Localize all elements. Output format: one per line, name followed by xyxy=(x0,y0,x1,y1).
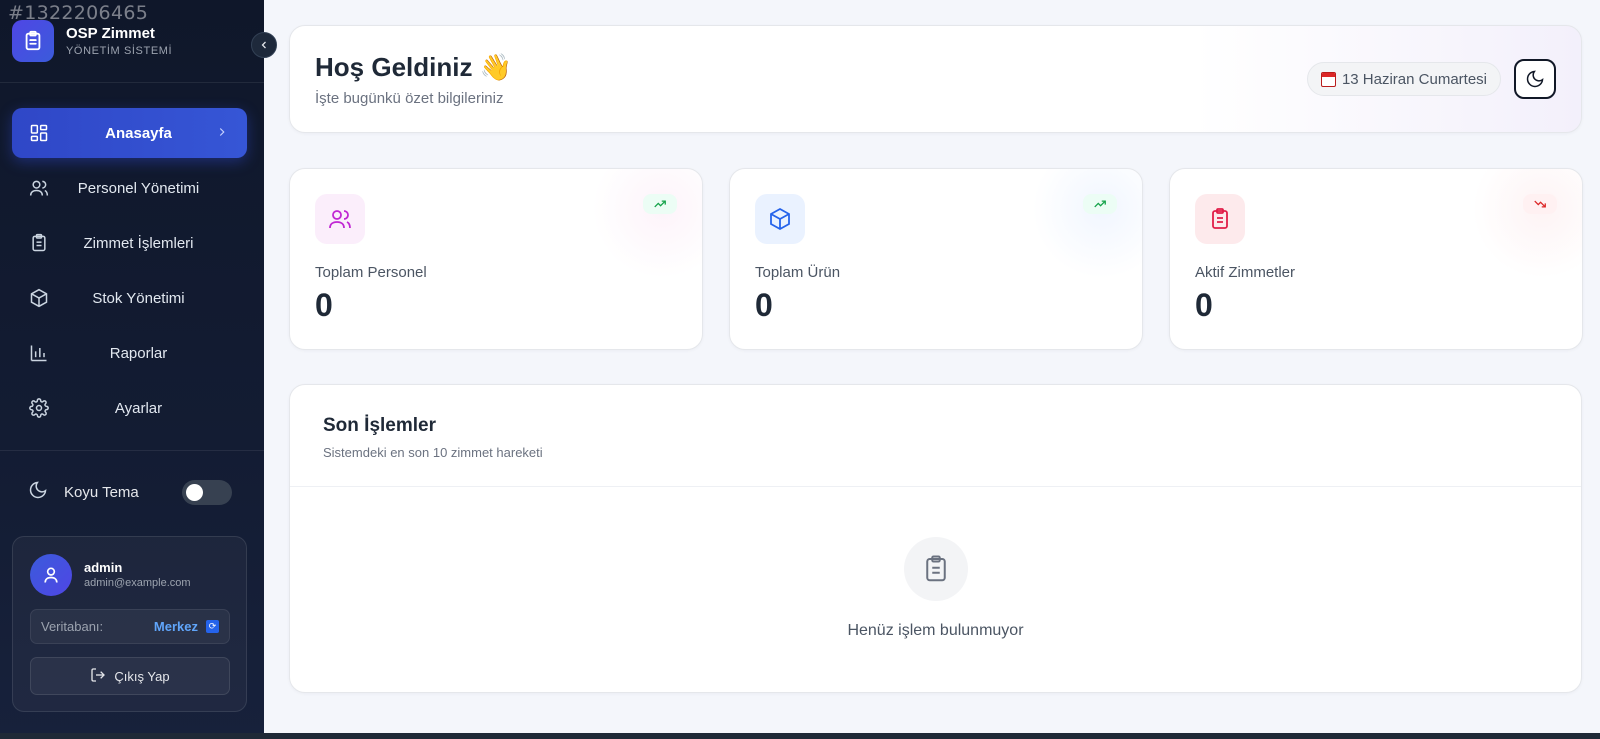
clipboard-icon xyxy=(12,20,54,62)
sidebar-item-label: Stok Yönetimi xyxy=(92,289,185,307)
chevron-right-icon xyxy=(215,125,229,144)
moon-icon xyxy=(1526,70,1544,88)
trend-up-icon xyxy=(1083,194,1117,214)
clipboard-icon xyxy=(1195,194,1245,244)
clipboard-icon xyxy=(28,232,50,254)
sidebar-item-label: Raporlar xyxy=(109,344,168,362)
logout-button[interactable]: Çıkış Yap xyxy=(30,657,230,695)
user-name: admin xyxy=(84,560,123,575)
sidebar-item-ayarlar[interactable]: Ayarlar xyxy=(12,383,247,433)
calendar-icon xyxy=(1320,71,1336,87)
database-label: Veritabanı: xyxy=(41,619,104,634)
main-content: Hoş Geldiniz 👋 İşte bugünkü özet bilgile… xyxy=(264,0,1600,739)
logout-icon xyxy=(90,667,106,686)
dark-theme-toggle[interactable] xyxy=(182,480,232,505)
stat-card-personel[interactable]: Toplam Personel 0 xyxy=(289,168,703,350)
database-selector[interactable]: Veritabanı: Merkez ⟳ xyxy=(30,609,230,644)
sidebar-item-personel[interactable]: Personel Yönetimi xyxy=(12,163,247,213)
user-email: admin@example.com xyxy=(84,577,191,589)
user-card: admin admin@example.com Veritabanı: Merk… xyxy=(12,536,247,712)
dashboard-icon xyxy=(28,122,50,144)
brand[interactable]: OSP Zimmet YÖNETİM SİSTEMİ xyxy=(12,20,172,62)
stat-value: 0 xyxy=(1195,287,1213,323)
trend-down-icon xyxy=(1523,194,1557,214)
section-subtitle: Sistemdeki en son 10 zimmet hareketi xyxy=(323,445,543,460)
stat-card-zimmet[interactable]: Aktif Zimmetler 0 xyxy=(1169,168,1583,350)
page-subtitle: İşte bugünkü özet bilgileriniz xyxy=(315,90,504,107)
sidebar-nav: Anasayfa Personel Yönetimi Zimmet İşleml… xyxy=(12,108,247,438)
taskbar-strip xyxy=(0,733,1600,739)
sidebar: #1322206465 OSP Zimmet YÖNETİM SİSTEMİ A… xyxy=(0,0,264,739)
brand-subtitle: YÖNETİM SİSTEMİ xyxy=(66,45,173,57)
stat-value: 0 xyxy=(755,287,773,323)
chevron-left-icon xyxy=(261,41,266,49)
toggle-knob xyxy=(186,484,203,501)
welcome-header: Hoş Geldiniz 👋 İşte bugünkü özet bilgile… xyxy=(289,25,1582,133)
sidebar-item-stok[interactable]: Stok Yönetimi xyxy=(12,273,247,323)
gear-icon xyxy=(28,397,50,419)
avatar[interactable] xyxy=(30,554,72,596)
card-glow xyxy=(1472,169,1582,279)
bar-chart-icon xyxy=(28,342,50,364)
card-glow xyxy=(1032,169,1142,279)
logout-label: Çıkış Yap xyxy=(114,668,170,684)
moon-icon xyxy=(28,480,48,505)
collapse-sidebar-button[interactable] xyxy=(251,32,277,58)
sidebar-item-label: Ayarlar xyxy=(114,399,163,417)
date-text: 13 Haziran Cumartesi xyxy=(1341,70,1487,88)
theme-label: Koyu Tema xyxy=(64,484,139,501)
brand-title: OSP Zimmet xyxy=(66,25,155,42)
theme-toggle-button[interactable] xyxy=(1514,59,1556,99)
box-icon xyxy=(755,194,805,244)
divider xyxy=(0,450,264,451)
stat-label: Toplam Personel xyxy=(315,264,427,281)
date-badge: 13 Haziran Cumartesi xyxy=(1306,62,1501,96)
stat-value: 0 xyxy=(315,287,333,323)
recent-activity-card: Son İşlemler Sistemdeki en son 10 zimmet… xyxy=(289,384,1582,693)
stat-label: Toplam Ürün xyxy=(755,264,841,281)
clipboard-icon xyxy=(904,537,968,601)
sidebar-item-anasayfa[interactable]: Anasayfa xyxy=(12,108,247,158)
card-glow xyxy=(592,169,702,279)
section-title: Son İşlemler xyxy=(323,415,436,436)
empty-state-text: Henüz işlem bulunmuyor xyxy=(847,622,1024,639)
page-title: Hoş Geldiniz 👋 xyxy=(315,52,513,82)
users-icon xyxy=(28,177,50,199)
sidebar-item-raporlar[interactable]: Raporlar xyxy=(12,328,247,378)
divider xyxy=(0,82,264,83)
sync-icon[interactable]: ⟳ xyxy=(206,620,219,633)
sidebar-item-label: Personel Yönetimi xyxy=(77,179,200,197)
box-icon xyxy=(28,287,50,309)
trend-up-icon xyxy=(643,194,677,214)
theme-toggle-row: Koyu Tema xyxy=(28,480,232,505)
stat-card-urun[interactable]: Toplam Ürün 0 xyxy=(729,168,1143,350)
database-value: Merkez xyxy=(153,619,198,634)
divider xyxy=(290,486,1581,487)
sidebar-item-label: Zimmet İşlemleri xyxy=(83,234,194,252)
stat-label: Aktif Zimmetler xyxy=(1195,264,1296,281)
users-icon xyxy=(315,194,365,244)
sidebar-item-zimmet[interactable]: Zimmet İşlemleri xyxy=(12,218,247,268)
